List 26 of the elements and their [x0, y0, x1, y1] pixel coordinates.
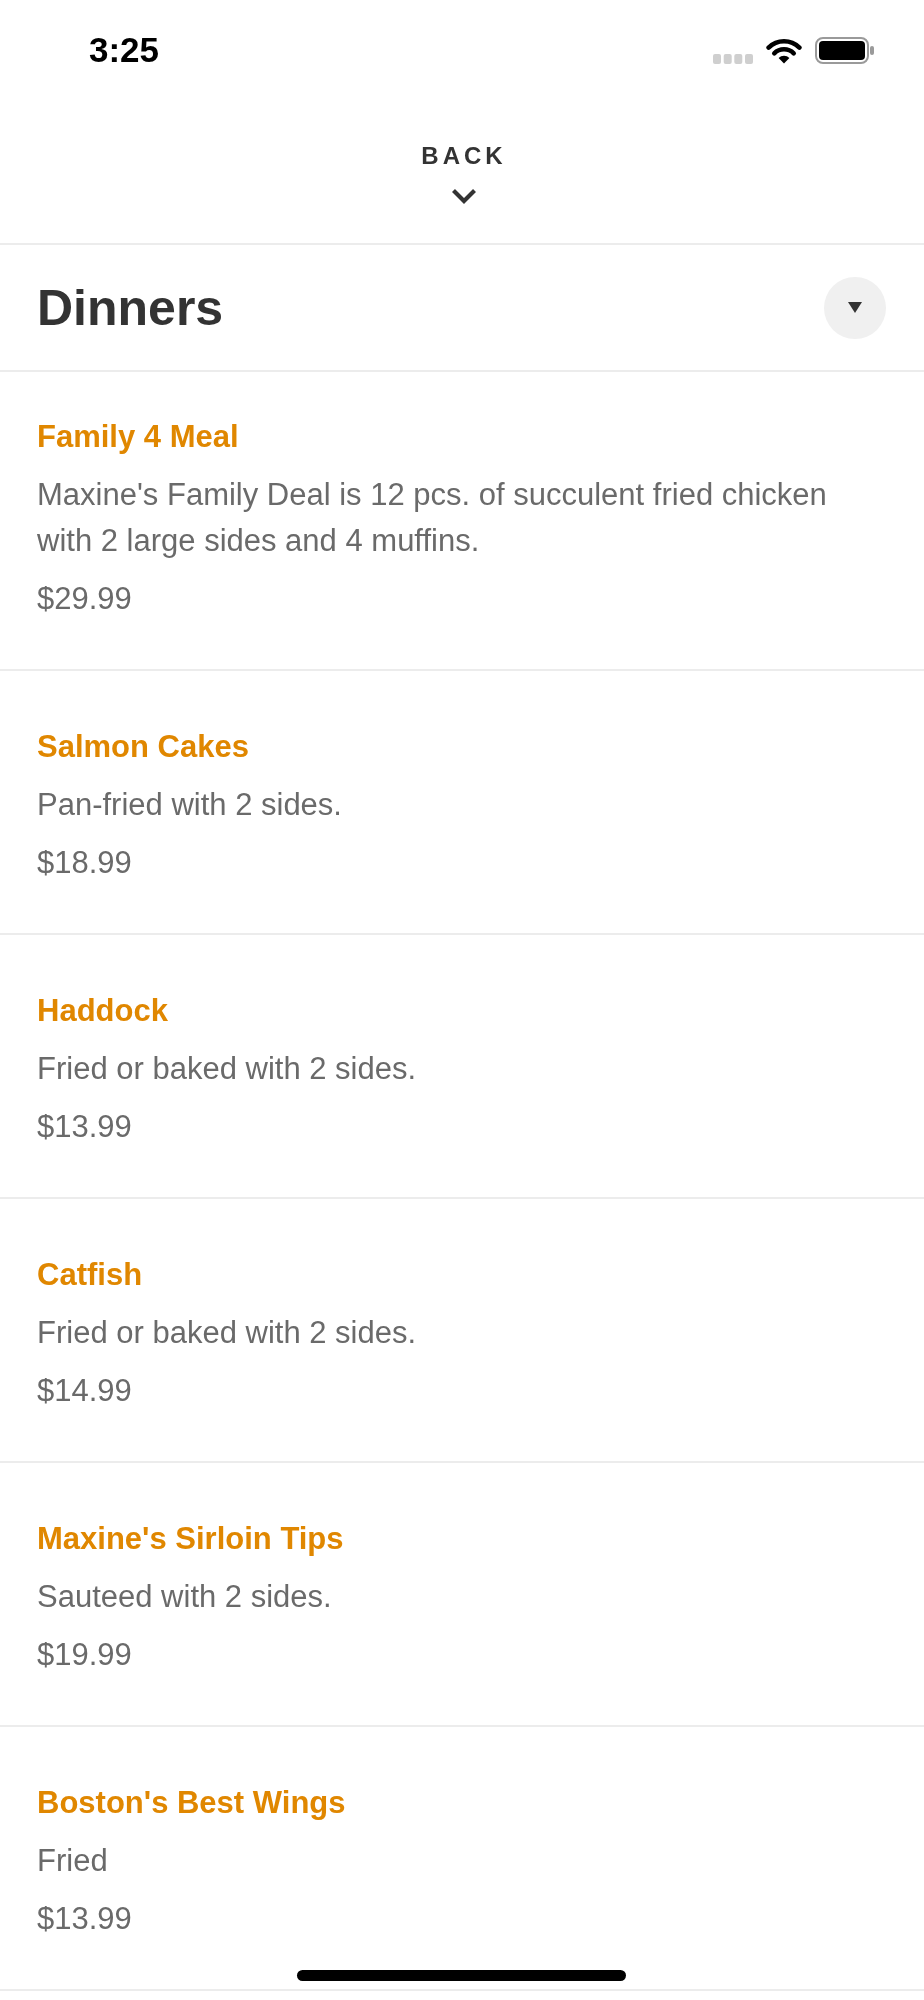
item-description: Fried or baked with 2 sides.	[37, 1050, 418, 1088]
item-name: Salmon Cakes	[37, 729, 250, 765]
item-name: Boston's Best Wings	[37, 1785, 347, 1821]
item-description: Sauteed with 2 sides.	[37, 1578, 333, 1616]
caret-down-icon	[848, 302, 862, 313]
status-time: 3:25	[89, 30, 160, 70]
item-price: $13.99	[37, 1900, 133, 1938]
item-name: Maxine's Sirloin Tips	[37, 1521, 345, 1557]
battery-icon	[815, 36, 875, 64]
item-price: $13.99	[37, 1108, 133, 1146]
item-price: $18.99	[37, 844, 133, 882]
item-price: $19.99	[37, 1636, 133, 1674]
signal-icon	[713, 54, 753, 64]
item-name: Catfish	[37, 1257, 144, 1293]
item-description: Fried or baked with 2 sides.	[37, 1314, 418, 1352]
item-price: $29.99	[37, 580, 133, 618]
section-title: Dinners	[37, 278, 224, 338]
wifi-icon	[766, 36, 802, 64]
item-name: Family 4 Meal	[37, 419, 240, 455]
item-description: Fried	[37, 1842, 109, 1880]
item-price: $14.99	[37, 1372, 133, 1410]
chevron-down-icon	[451, 188, 477, 205]
item-description: Pan-fried with 2 sides.	[37, 786, 343, 824]
back-button[interactable]: BACK	[417, 142, 507, 205]
item-name: Haddock	[37, 993, 169, 1029]
item-description: Maxine's Family Deal is 12 pcs. of succulent fried chicken with 2 large sides and 4 muffins.	[37, 476, 828, 560]
